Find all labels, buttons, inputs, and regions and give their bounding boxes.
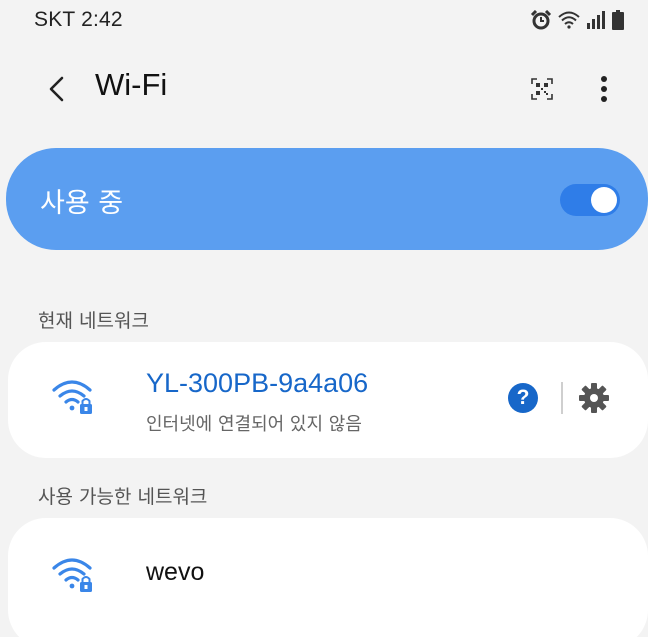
app-bar: Wi-Fi — [0, 55, 648, 125]
wifi-toggle-card[interactable]: 사용 중 — [6, 148, 648, 250]
status-icons — [530, 10, 624, 30]
qr-code-button[interactable] — [522, 69, 562, 109]
wifi-switch[interactable] — [560, 184, 620, 216]
cell-signal-icon — [587, 11, 605, 29]
available-network-ssid: wevo — [146, 558, 205, 586]
wifi-secured-icon — [52, 380, 92, 414]
more-options-icon — [601, 76, 607, 102]
battery-icon — [612, 10, 624, 30]
alarm-icon — [530, 10, 552, 30]
wifi-signal-icon — [558, 11, 580, 29]
wifi-toggle-label: 사용 중 — [40, 188, 124, 219]
more-options-button[interactable] — [586, 69, 622, 109]
carrier-time: SKT 2:42 — [34, 8, 123, 31]
back-arrow-icon — [49, 76, 64, 102]
divider — [561, 382, 563, 414]
status-bar: SKT 2:42 — [0, 0, 648, 40]
back-button[interactable] — [36, 69, 76, 109]
page-title: Wi-Fi — [95, 67, 168, 102]
gear-icon[interactable] — [578, 382, 610, 414]
current-network-card[interactable]: YL-300PB-9a4a06 인터넷에 연결되어 있지 않음 ? — [8, 342, 648, 458]
qr-code-icon — [531, 78, 553, 100]
wifi-secured-icon — [52, 558, 92, 592]
current-network-status: 인터넷에 연결되어 있지 않음 — [146, 414, 362, 435]
available-networks-header: 사용 가능한 네트워크 — [38, 486, 208, 508]
switch-knob — [591, 187, 617, 213]
available-network-item[interactable]: wevo — [8, 518, 648, 637]
current-network-header: 현재 네트워크 — [38, 310, 149, 332]
current-network-ssid: YL-300PB-9a4a06 — [146, 368, 369, 398]
help-icon[interactable]: ? — [508, 383, 538, 413]
